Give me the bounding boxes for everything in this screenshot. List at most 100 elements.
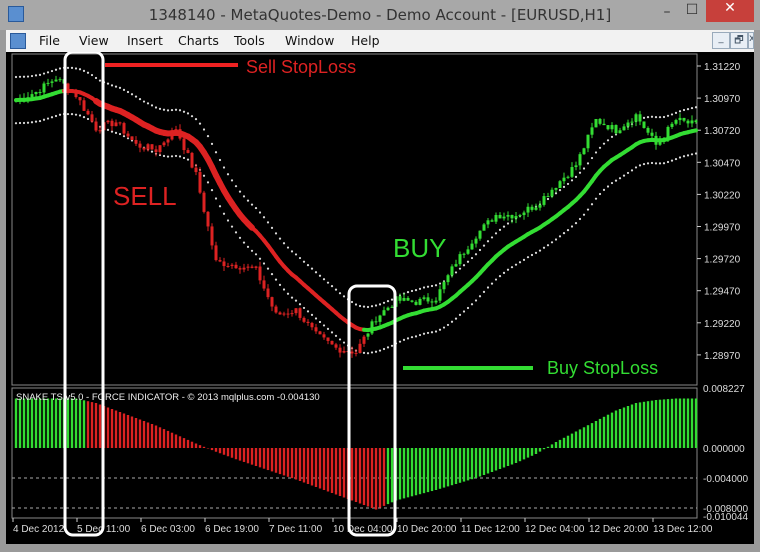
chart-icon bbox=[10, 33, 26, 49]
candle-body bbox=[602, 123, 606, 126]
candle-body bbox=[146, 144, 150, 150]
chart-window[interactable]: 1.31220 1.30970 1.30720 1.30470 1.30220 1.299… bbox=[6, 52, 754, 544]
candle-body bbox=[606, 125, 610, 130]
upper-band-dot bbox=[462, 264, 466, 267]
upper-band-dot bbox=[586, 162, 590, 165]
lower-band-dot bbox=[470, 303, 474, 306]
upper-band-dot bbox=[34, 74, 38, 77]
buy-stoploss-label: Buy StopLoss bbox=[547, 358, 658, 378]
upper-band-dot bbox=[470, 256, 474, 260]
upper-band-dot bbox=[310, 267, 314, 270]
lower-band-dot bbox=[374, 350, 378, 353]
upper-band-dot bbox=[366, 305, 370, 309]
menu-insert[interactable]: Insert bbox=[127, 33, 163, 48]
mdi-minimize-button[interactable]: _ bbox=[712, 32, 730, 49]
menu-window[interactable]: Window bbox=[285, 33, 334, 48]
upper-band-dot bbox=[274, 232, 278, 235]
lower-band-dot bbox=[630, 169, 634, 172]
minimize-button[interactable]: – bbox=[655, 4, 679, 26]
upper-band-dot bbox=[498, 228, 502, 232]
lower-band-dot bbox=[22, 121, 26, 125]
upper-band-dot bbox=[334, 288, 338, 291]
upper-band-dot bbox=[558, 189, 562, 192]
lower-band-dot bbox=[646, 162, 650, 165]
candle-body bbox=[466, 249, 470, 254]
candle-body bbox=[498, 214, 502, 219]
candle-body bbox=[314, 327, 318, 332]
candle-body bbox=[402, 297, 406, 301]
candle-body bbox=[278, 312, 282, 315]
upper-band-dot bbox=[610, 135, 614, 138]
candle-body bbox=[14, 100, 18, 102]
candle-body bbox=[66, 83, 70, 92]
upper-band-dot bbox=[674, 111, 678, 114]
lower-band-dot bbox=[566, 229, 570, 232]
lower-band-dot bbox=[222, 212, 226, 215]
menu-help[interactable]: Help bbox=[351, 33, 380, 48]
candle-body bbox=[414, 301, 418, 305]
candle-body bbox=[266, 288, 270, 298]
candle-body bbox=[674, 120, 678, 124]
upper-band-dot bbox=[54, 68, 58, 71]
lower-band-dot bbox=[250, 249, 254, 252]
lower-band-dot bbox=[114, 131, 118, 134]
candle-body bbox=[218, 260, 222, 262]
lower-band-dot bbox=[686, 154, 690, 157]
candle-body bbox=[118, 122, 122, 124]
lower-band-dot bbox=[446, 323, 450, 327]
upper-band-dot bbox=[378, 303, 382, 306]
close-button[interactable]: ✕ bbox=[706, 0, 754, 22]
candle-body bbox=[590, 127, 594, 135]
upper-band-dot bbox=[322, 278, 326, 281]
candle-body bbox=[586, 134, 590, 149]
lower-band-dot bbox=[310, 313, 314, 316]
upper-band-dot bbox=[158, 107, 162, 110]
mdi-restore-button[interactable]: 🗗 bbox=[730, 32, 748, 49]
lower-band-dot bbox=[466, 306, 470, 310]
upper-band-dot bbox=[146, 102, 150, 105]
menu-tools[interactable]: Tools bbox=[234, 33, 265, 48]
upper-band-dot bbox=[486, 240, 490, 243]
menu-file[interactable]: File bbox=[39, 33, 60, 48]
price-chart[interactable]: 1.31220 1.30970 1.30720 1.30470 1.30220 1.299… bbox=[6, 52, 754, 544]
upper-band-dot bbox=[482, 244, 486, 247]
upper-band-dot bbox=[658, 116, 662, 119]
buy-label: BUY bbox=[393, 233, 446, 263]
candle-body bbox=[86, 110, 90, 115]
upper-band-dot bbox=[218, 158, 222, 162]
mdi-close-button[interactable]: x bbox=[748, 32, 754, 49]
candle-body bbox=[134, 139, 138, 144]
upper-band-dot bbox=[562, 185, 566, 189]
candle-body bbox=[206, 211, 210, 227]
upper-band-dot bbox=[82, 69, 86, 72]
lower-band-dot bbox=[530, 253, 534, 257]
upper-band-dot bbox=[382, 301, 386, 304]
upper-band-dot bbox=[214, 151, 218, 154]
upper-band-dot bbox=[266, 221, 270, 224]
upper-band-dot bbox=[294, 253, 298, 256]
upper-band-dot bbox=[570, 179, 574, 182]
lower-band-dot bbox=[282, 288, 286, 291]
menu-view[interactable]: View bbox=[79, 33, 109, 48]
candle-body bbox=[122, 123, 126, 134]
candle-body bbox=[70, 91, 74, 93]
lower-band-dot bbox=[258, 257, 262, 260]
upper-band-dot bbox=[358, 304, 362, 308]
upper-band-dot bbox=[410, 289, 414, 293]
upper-band-dot bbox=[170, 108, 174, 112]
upper-band-dot bbox=[490, 236, 494, 239]
upper-band-dot bbox=[162, 108, 166, 111]
candle-body bbox=[162, 142, 166, 146]
upper-band-dot bbox=[74, 67, 78, 70]
maximize-button[interactable]: ☐ bbox=[680, 2, 704, 24]
candle-body bbox=[370, 321, 374, 334]
candle-body bbox=[610, 125, 614, 130]
candle-body bbox=[362, 336, 366, 344]
candle-body bbox=[630, 121, 634, 123]
menu-charts[interactable]: Charts bbox=[178, 33, 219, 48]
candle-body bbox=[158, 145, 162, 153]
upper-band-dot bbox=[198, 122, 202, 125]
lower-band-dot bbox=[662, 162, 666, 165]
upper-band-dot bbox=[174, 108, 178, 111]
lower-band-dot bbox=[558, 235, 562, 238]
